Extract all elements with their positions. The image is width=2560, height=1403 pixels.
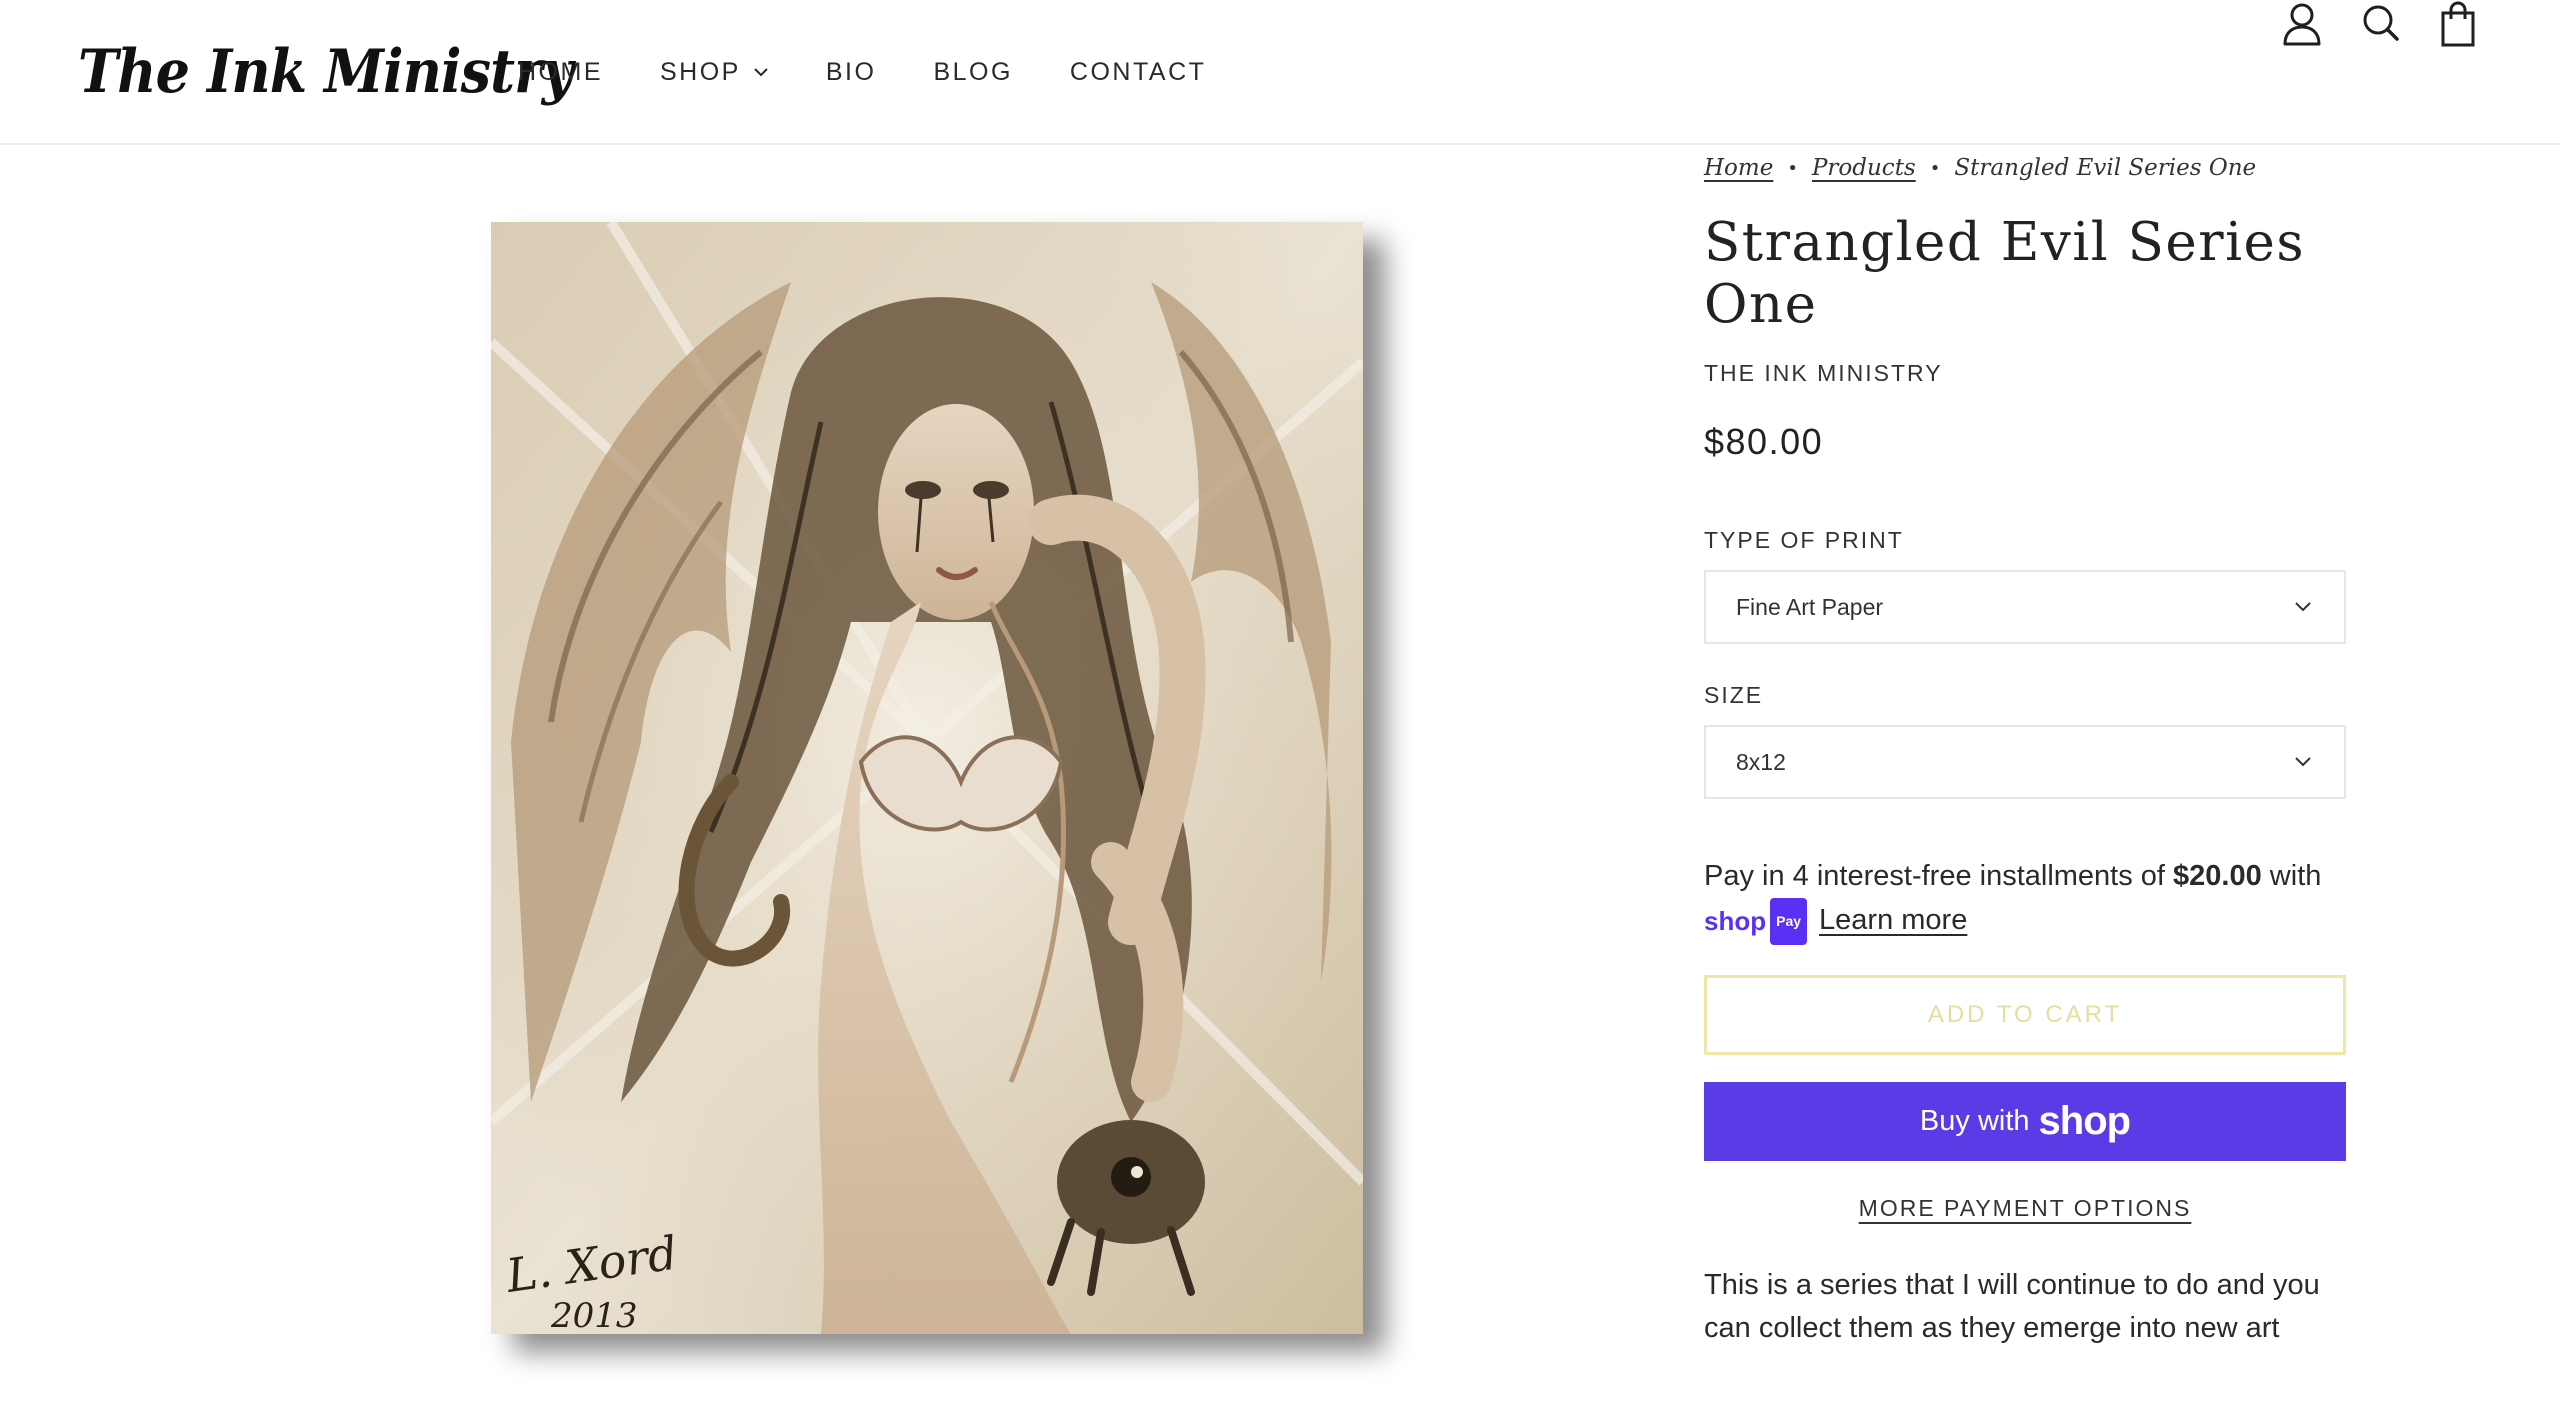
- add-to-cart-button[interactable]: ADD TO CART: [1704, 975, 2346, 1055]
- learn-more-link[interactable]: Learn more: [1819, 904, 1967, 936]
- print-type-label: TYPE OF PRINT: [1704, 527, 1904, 553]
- product-vendor[interactable]: THE INK MINISTRY: [1704, 360, 2346, 387]
- more-payment-options: MORE PAYMENT OPTIONS: [1704, 1195, 2346, 1222]
- chevron-down-icon: [2295, 602, 2311, 612]
- product-description: This is a series that I will continue to…: [1704, 1269, 2320, 1344]
- breadcrumb: Home • Products • Strangled Evil Series …: [1704, 148, 2346, 188]
- shop-pay-badge: Pay: [1770, 898, 1808, 945]
- main-nav: HOME SHOP BIO BLOG CONTACT: [518, 50, 1263, 94]
- nav-contact-label: CONTACT: [1069, 57, 1207, 86]
- nav-bio-label: BIO: [825, 57, 877, 86]
- size-select[interactable]: 8x12: [1704, 725, 2346, 799]
- search-button[interactable]: [2359, 0, 2403, 50]
- site-logo[interactable]: The Ink Ministry: [78, 22, 573, 122]
- nav-blog-label: BLOG: [933, 57, 1013, 86]
- breadcrumb-separator: •: [1929, 157, 1941, 179]
- print-type-select[interactable]: Fine Art Paper: [1704, 570, 2346, 644]
- size-label: SIZE: [1704, 682, 1764, 708]
- product-title: Strangled Evil Series One: [1704, 212, 2306, 335]
- artwork-illustration: L. Xord 2013: [491, 222, 1363, 1334]
- shop-pay-logo: shop Pay: [1704, 898, 1808, 945]
- more-payment-options-link[interactable]: MORE PAYMENT OPTIONS: [1859, 1195, 2192, 1221]
- buy-with-label: Buy with: [1919, 1105, 2030, 1137]
- size-value: 8x12: [1736, 749, 1786, 775]
- nav-blog[interactable]: BLOG: [933, 58, 1012, 87]
- installments-prefix: Pay in 4 interest-free installments of: [1704, 860, 2174, 892]
- shop-logo: shop: [2038, 1099, 2132, 1143]
- nav-home-label: HOME: [518, 57, 603, 86]
- nav-home[interactable]: HOME: [518, 58, 603, 87]
- buy-with-shop-button[interactable]: Buy with shop: [1704, 1082, 2346, 1161]
- nav-contact[interactable]: CONTACT: [1070, 58, 1206, 87]
- installments-message: Pay in 4 interest-free installments of $…: [1704, 855, 2346, 945]
- cart-button[interactable]: [2436, 0, 2480, 50]
- breadcrumb-home[interactable]: Home: [1704, 155, 1773, 181]
- chevron-down-icon: [754, 68, 768, 77]
- chevron-down-icon: [2295, 757, 2311, 767]
- site-header: The Ink Ministry HOME SHOP BIO BLOG CONT…: [0, 0, 2560, 145]
- print-type-value: Fine Art Paper: [1736, 594, 1884, 620]
- account-icon: [2283, 3, 2321, 46]
- account-button[interactable]: [2280, 0, 2324, 50]
- nav-shop-label: SHOP: [660, 57, 741, 86]
- nav-shop[interactable]: SHOP: [660, 58, 769, 87]
- shop-pay-word: shop: [1704, 906, 1767, 936]
- product-info: Home • Products • Strangled Evil Series …: [1704, 148, 2346, 1350]
- product-image[interactable]: L. Xord 2013: [491, 222, 1363, 1334]
- installments-amount: $20.00: [2173, 860, 2262, 892]
- breadcrumb-separator: •: [1787, 157, 1798, 179]
- breadcrumb-current: Strangled Evil Series One: [1954, 155, 2257, 181]
- artist-signature-year: 2013: [550, 1296, 638, 1334]
- cart-icon: [2441, 1, 2475, 47]
- breadcrumb-products[interactable]: Products: [1812, 155, 1916, 181]
- product-price: $80.00: [1704, 421, 1824, 462]
- nav-bio[interactable]: BIO: [826, 58, 877, 87]
- installments-suffix: with: [2261, 860, 2322, 892]
- search-icon: [2363, 5, 2399, 41]
